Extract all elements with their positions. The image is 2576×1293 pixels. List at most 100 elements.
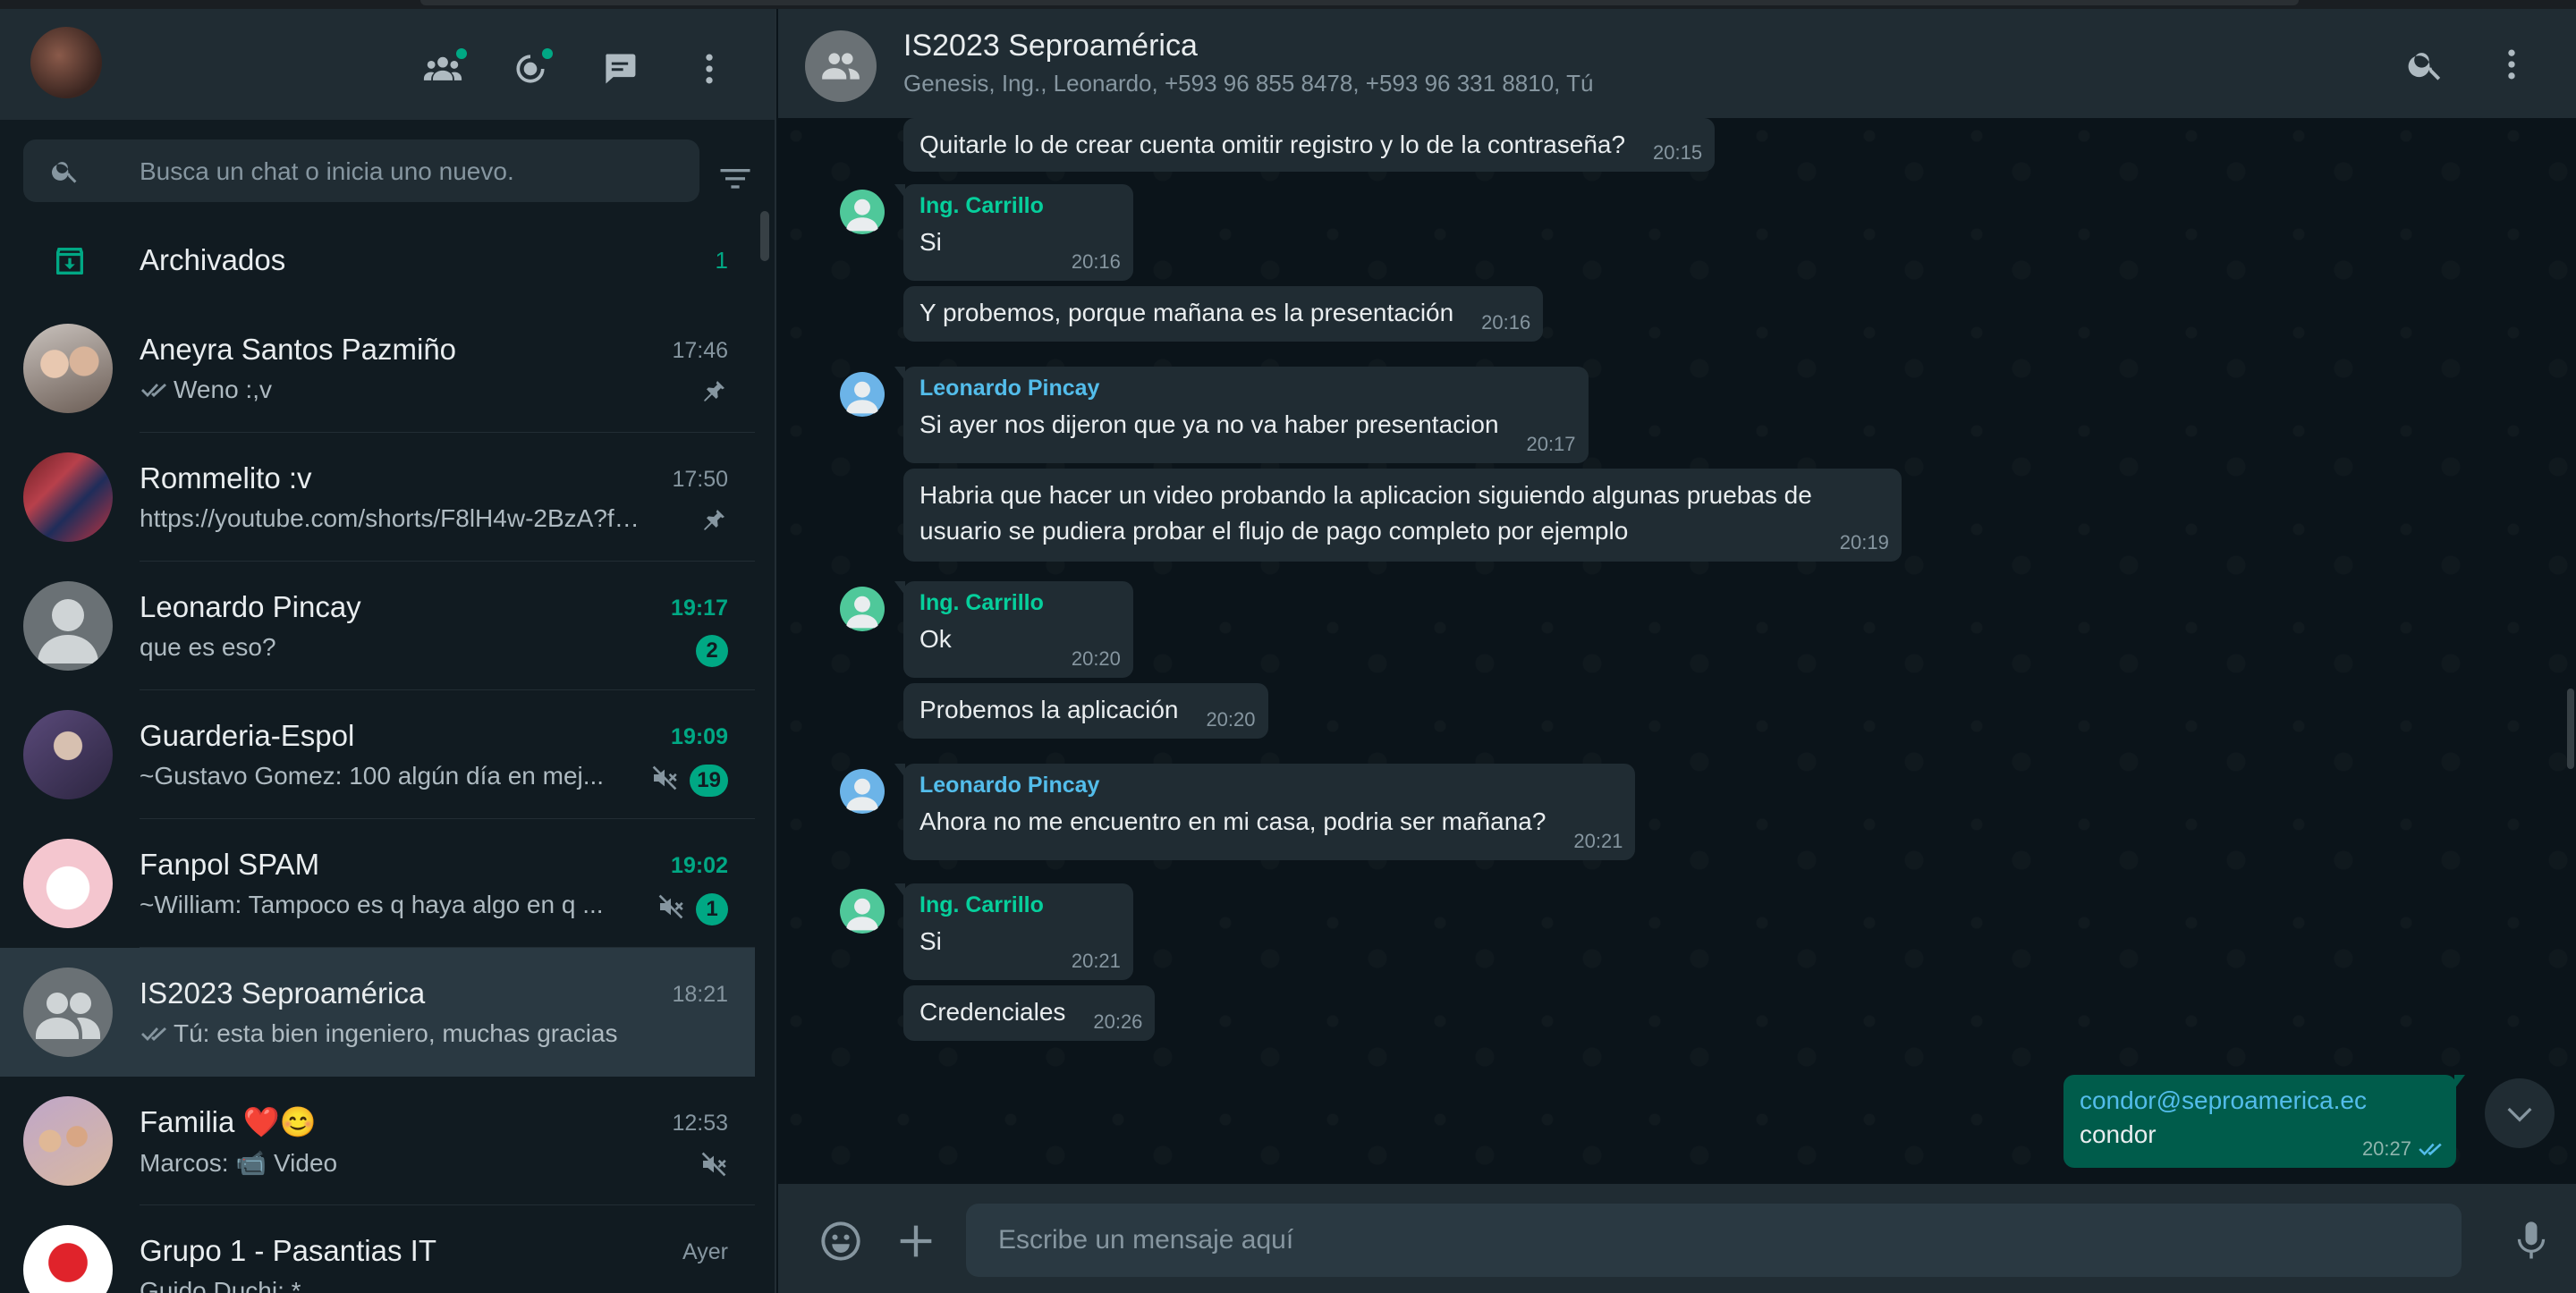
chat-meta [699,506,728,539]
message-time: 20:16 [1072,250,1121,274]
chat-time: 19:17 [671,596,728,621]
search-input[interactable]: Busca un chat o inicia uno nuevo. [23,139,699,202]
chat-item-body: Grupo 1 - Pasantias IT Ayer Guido Duchi: * [140,1205,755,1293]
message-sender[interactable]: Ing. Carrillo [919,193,1044,219]
communities-dot [456,48,467,59]
pin-icon [699,506,728,539]
message-time: 20:27 [2362,1137,2444,1161]
incoming-message[interactable]: Habria que hacer un video probando la ap… [903,469,1902,562]
chat-time: 19:09 [671,724,728,749]
window-tab-strip [420,0,2299,5]
message-text: Ok [919,625,952,653]
status-icon[interactable] [508,46,553,91]
microphone-icon[interactable] [2508,1218,2555,1264]
message-time: 20:19 [1840,531,1889,554]
chat-preview-text: ~William: Tampoco es q haya algo en q ..… [140,891,604,918]
message-time-text: 20:19 [1839,531,1889,554]
archived-row[interactable]: Archivados 1 [0,218,769,304]
message-text: Si [919,927,942,955]
message-time-text: 20:16 [1481,311,1531,334]
archived-count: 1 [715,247,728,274]
chat-time: 12:53 [672,1111,728,1136]
conversation-search-icon[interactable] [2406,45,2445,84]
conversation-participants: Genesis, Ing., Leonardo, +593 96 855 847… [903,70,1594,97]
chat-list-item[interactable]: Leonardo Pincay 19:17 que es eso? 2 [0,562,755,690]
chat-list-item[interactable]: IS2023 Seproamérica 18:21 Tú: esta bien in… [0,948,755,1077]
sidebar-scrollbar[interactable] [760,211,769,261]
chat-list-item[interactable]: Aneyra Santos Pazmiño 17:46 Weno :,v [0,304,755,433]
message-time: 20:21 [1573,830,1623,853]
incoming-message[interactable]: Quitarle lo de crear cuenta omitir regis… [903,118,1716,172]
incoming-message[interactable]: Credenciales 20:26 [903,985,1156,1041]
bubble-tail [894,883,905,898]
chat-avatar [23,581,113,671]
message-time-text: 20:16 [1071,250,1121,273]
message-text: Credenciales [919,998,1066,1026]
message-text-line-2: condor [2079,1120,2157,1148]
incoming-message[interactable]: Y probemos, porque mañana es la presenta… [903,286,1544,342]
chat-avatar [23,324,113,413]
chat-item-body: Leonardo Pincay 19:17 que es eso? 2 [140,562,755,690]
chat-list-item[interactable]: Guarderia-Espol 19:09 ~Gustavo Gomez: 100 … [0,690,755,819]
chat-item-body: Fanpol SPAM 19:02 ~William: Tampoco es q h… [140,819,755,948]
incoming-message[interactable]: Ing. Carrillo Si 20:16 [894,184,1133,281]
message-time-text: 20:21 [1071,950,1121,972]
chat-preview-text: Weno :,v [174,376,272,403]
message-time-text: 20:26 [1093,1010,1143,1033]
incoming-message[interactable]: Leonardo Pincay Ahora no me encuentro en … [894,764,1636,860]
chat-list-item[interactable]: Familia ❤️😊 12:53 Marcos: 📹 Video [0,1077,755,1205]
chat-meta: 2 [696,635,728,667]
message-text: Ahora no me encuentro en mi casa, podria… [919,807,1546,835]
incoming-message[interactable]: Probemos la aplicación 20:20 [903,683,1268,739]
sender-avatar[interactable] [837,367,887,417]
incoming-message[interactable]: Leonardo Pincay Si ayer nos dijeron que y… [894,367,1589,463]
message-sender[interactable]: Leonardo Pincay [919,376,1499,401]
chat-preview-text: Marcos: 📹 Video [140,1149,338,1177]
scroll-down-button[interactable] [2485,1078,2555,1148]
chat-time: 19:02 [671,853,728,878]
message-sender[interactable]: Ing. Carrillo [919,590,1044,616]
conversation-header[interactable]: IS2023 Seproamérica Genesis, Ing., Leona… [778,9,2576,118]
chat-name: IS2023 Seproamérica [140,976,426,1010]
bubble-tail [894,764,905,778]
unread-badge: 1 [696,892,728,925]
message-input[interactable] [966,1204,2462,1277]
message-text: Si [919,228,942,256]
group-avatar[interactable] [805,30,877,102]
incoming-message[interactable]: Ing. Carrillo Ok 20:20 [894,581,1133,678]
attach-plus-icon[interactable] [893,1218,939,1264]
chat-list-item[interactable]: Rommelito :v 17:50 https://youtube.com/sho… [0,433,755,562]
communities-icon[interactable] [420,46,467,91]
message-time-text: 20:17 [1526,433,1576,455]
chat-meta [699,1150,728,1183]
unread-badge: 2 [696,635,728,667]
sender-avatar[interactable] [837,184,887,234]
emoji-icon[interactable] [818,1218,864,1264]
chat-time: 17:46 [672,338,728,363]
chat-name: Rommelito :v [140,461,312,494]
message-sender[interactable]: Leonardo Pincay [919,773,1546,799]
conversation-scrollbar[interactable] [2567,689,2574,769]
incoming-message[interactable]: Ing. Carrillo Si 20:21 [894,883,1133,980]
chat-preview: ~Gustavo Gomez: 100 algún día en mej... [140,762,640,790]
new-chat-icon[interactable] [597,46,642,91]
chat-preview-text: que es eso? [140,633,276,661]
chat-avatar [23,1096,113,1186]
search-icon [50,156,80,186]
message-text: Y probemos, porque mañana es la presenta… [919,299,1454,326]
chat-list-item[interactable]: Fanpol SPAM 19:02 ~William: Tampoco es q h… [0,819,755,948]
chevron-down-icon [2507,1107,2532,1122]
message-sender[interactable]: Ing. Carrillo [919,892,1044,918]
chat-meta: 1 [657,892,728,925]
sidebar-header [0,9,775,120]
sidebar-menu-icon[interactable] [687,46,732,91]
sender-avatar[interactable] [837,581,887,631]
sender-avatar[interactable] [837,883,887,934]
conversation-menu-icon[interactable] [2492,45,2531,84]
sender-avatar[interactable] [837,764,887,814]
outgoing-message[interactable]: condor@seproamerica.ec condor 20:27 [2063,1075,2465,1168]
filter-icon[interactable] [716,159,755,199]
profile-avatar[interactable] [30,27,102,98]
chat-item-body: Guarderia-Espol 19:09 ~Gustavo Gomez: 100 … [140,690,755,819]
chat-list-item[interactable]: Grupo 1 - Pasantias IT Ayer Guido Duchi: * [0,1205,755,1293]
